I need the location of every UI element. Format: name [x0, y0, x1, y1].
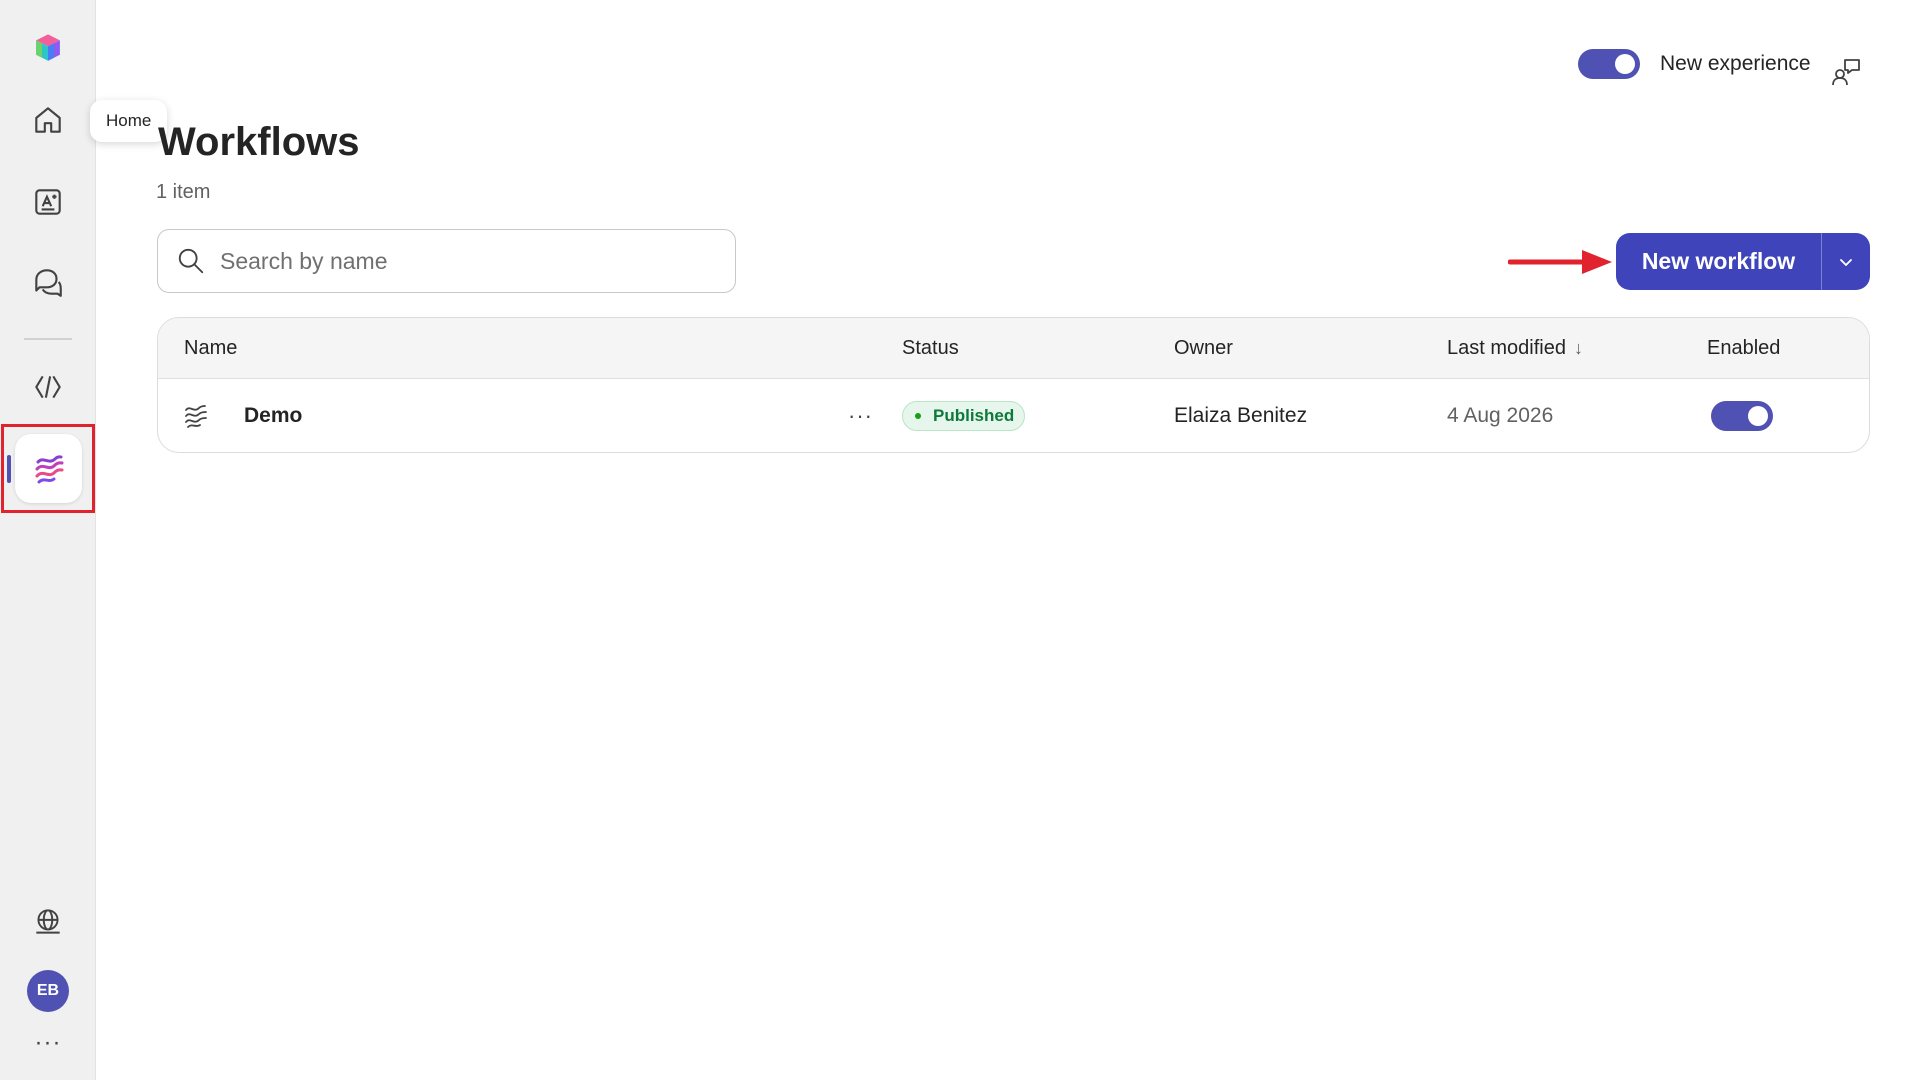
- cube-logo-icon: [36, 34, 60, 61]
- new-experience-toggle[interactable]: [1578, 49, 1640, 79]
- globe-icon: [36, 909, 60, 934]
- new-experience-control: New experience: [1578, 49, 1811, 79]
- toggle-knob: [1615, 54, 1635, 74]
- toggle-knob: [1748, 406, 1768, 426]
- red-arrow-annotation: [1508, 250, 1612, 274]
- new-workflow-dropdown[interactable]: [1822, 233, 1870, 290]
- new-workflow-button[interactable]: New workflow: [1616, 233, 1822, 290]
- new-experience-label: New experience: [1660, 52, 1811, 75]
- table-row[interactable]: Demo ··· Published Elaiza Benitez 4 Aug …: [158, 379, 1869, 452]
- rail-workflows[interactable]: [15, 434, 82, 503]
- last-modified-label: Last modified: [1447, 337, 1566, 359]
- rail-create[interactable]: [18, 172, 78, 232]
- rail-divider: [24, 338, 72, 340]
- workflows-table: Name Status Owner Last modified ↓ Enable…: [157, 317, 1870, 453]
- row-status-cell: Published: [902, 379, 1026, 452]
- workflow-icon: [185, 405, 207, 428]
- row-owner: Elaiza Benitez: [1174, 404, 1308, 427]
- code-brackets-icon: [35, 375, 61, 399]
- row-name[interactable]: Demo: [244, 379, 302, 452]
- rail-agents[interactable]: [18, 357, 78, 417]
- table-header: Name Status Owner Last modified ↓ Enable…: [158, 318, 1869, 379]
- row-enabled-toggle[interactable]: [1711, 401, 1773, 431]
- rail-environment[interactable]: [18, 892, 78, 952]
- new-workflow-split-button: New workflow: [1616, 233, 1870, 290]
- column-header-name[interactable]: Name: [184, 318, 237, 379]
- page-title: Workflows: [158, 120, 360, 164]
- sort-descending-icon: ↓: [1573, 338, 1583, 358]
- add-document-icon: [35, 189, 61, 215]
- home-tooltip: Home: [90, 100, 168, 142]
- search-icon: [178, 248, 204, 274]
- rail-active-indicator: [7, 455, 11, 483]
- status-badge: Published: [902, 401, 1026, 431]
- search-input[interactable]: [220, 247, 700, 275]
- row-last-modified: 4 Aug 2026: [1447, 404, 1554, 427]
- status-badge-label: Published: [933, 406, 1015, 425]
- left-rail: EB ···: [0, 0, 96, 1080]
- chat-icon: [35, 269, 62, 297]
- user-avatar[interactable]: EB: [27, 970, 69, 1012]
- row-more-options-icon[interactable]: ···: [848, 379, 873, 452]
- rail-more-icon[interactable]: ···: [28, 1031, 68, 1060]
- column-header-owner[interactable]: Owner: [1174, 318, 1233, 379]
- row-enabled-cell: [1711, 379, 1773, 452]
- home-icon: [35, 107, 61, 133]
- rail-chat[interactable]: [18, 252, 78, 312]
- item-count: 1 item: [156, 181, 211, 203]
- workflows-icon: [35, 454, 63, 483]
- row-workflow-icon-cell: [182, 379, 210, 452]
- search-box[interactable]: [157, 229, 736, 293]
- app-logo-icon[interactable]: [18, 18, 78, 78]
- column-header-enabled: Enabled: [1707, 337, 1781, 359]
- column-header-status[interactable]: Status: [902, 318, 959, 379]
- chevron-down-icon: [1840, 258, 1852, 266]
- feedback-icon[interactable]: [1830, 56, 1862, 88]
- status-dot: [915, 413, 921, 419]
- column-header-last-modified[interactable]: Last modified ↓: [1447, 318, 1583, 379]
- rail-home[interactable]: [18, 90, 78, 150]
